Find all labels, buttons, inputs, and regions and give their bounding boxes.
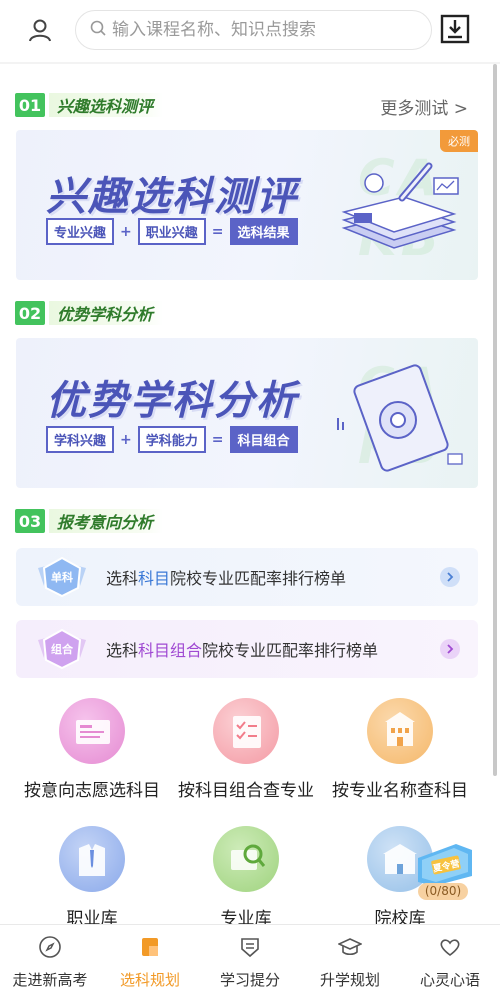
formula-result-tag: 科目组合 <box>229 426 298 453</box>
suit-icon <box>59 826 125 892</box>
section-number: 02 <box>15 301 45 325</box>
search-input[interactable] <box>112 20 412 40</box>
interest-test-banner[interactable]: CAKB 必测 兴趣选科测评 专业兴趣 + 职业兴趣 = 选科结果 <box>16 130 478 280</box>
clipboard-gear-illustration-icon <box>336 358 466 482</box>
top-divider <box>0 62 500 64</box>
plus-sign: + <box>120 431 132 448</box>
banner-formula: 学科兴趣 + 学科能力 = 科目组合 <box>46 426 298 453</box>
combination-badge-icon: 组合 <box>34 628 90 670</box>
grid-label: 按意向志愿选科目 <box>24 781 160 801</box>
major-library-button[interactable]: 专业库 <box>166 826 326 929</box>
scrollbar[interactable] <box>493 64 497 776</box>
shield-icon <box>238 935 262 963</box>
bottom-nav: 走进新高考 选科规划 学习提分 升学规划 心灵心语 <box>0 924 500 991</box>
summer-camp-count: (0/80) <box>418 883 468 900</box>
nav-item-subject-planning[interactable]: 选科规划 <box>100 925 200 991</box>
banner-title: 优势学科分析 <box>46 378 298 424</box>
formula-tag: 学科兴趣 <box>46 426 115 453</box>
subject-by-major-name-button[interactable]: 按专业名称查科目 <box>320 698 480 801</box>
checklist-icon <box>213 698 279 764</box>
section-header-interest: 01 兴趣选科测评 <box>15 92 164 118</box>
equals-sign: = <box>211 431 224 448</box>
select-by-intention-button[interactable]: 按意向志愿选科目 <box>12 698 172 801</box>
test-paper-illustration-icon <box>334 158 464 277</box>
search-bar[interactable] <box>75 10 432 50</box>
grid-label: 按专业名称查科目 <box>332 781 468 801</box>
section-header-intention: 03 报考意向分析 <box>15 508 164 534</box>
section-header-advantage: 02 优势学科分析 <box>15 300 164 326</box>
user-icon[interactable] <box>24 14 56 46</box>
banner-formula: 专业兴趣 + 职业兴趣 = 选科结果 <box>46 218 298 245</box>
chevron-right-icon[interactable] <box>440 567 460 587</box>
more-tests-link[interactable]: 更多测试 > <box>380 94 468 119</box>
nav-label: 升学规划 <box>319 971 380 989</box>
compass-icon <box>38 935 62 963</box>
major-by-combination-button[interactable]: 按科目组合查专业 <box>166 698 326 801</box>
download-icon[interactable] <box>440 14 470 44</box>
nav-label: 选科规划 <box>119 971 180 989</box>
flag-icon <box>138 935 162 963</box>
ranking-label: 选科科目组合院校专业匹配率排行榜单 <box>106 641 379 660</box>
nav-label: 学习提分 <box>219 971 280 989</box>
magnifier-icon <box>213 826 279 892</box>
search-icon <box>90 20 106 40</box>
chevron-right-icon[interactable] <box>440 639 460 659</box>
grid-label: 按科目组合查专业 <box>178 781 314 801</box>
section-title: 兴趣选科测评 <box>49 93 164 117</box>
nav-label: 走进新高考 <box>12 971 88 989</box>
nav-label: 心灵心语 <box>419 971 480 989</box>
advantage-analysis-banner[interactable]: CAKB 优势学科分析 学科兴趣 + 学科能力 = 科目组合 <box>16 338 478 488</box>
formula-result-tag: 选科结果 <box>229 218 298 245</box>
section-number: 03 <box>15 509 45 533</box>
banner-title: 兴趣选科测评 <box>46 174 298 220</box>
career-library-button[interactable]: 职业库 <box>12 826 172 929</box>
svg-text:单科: 单科 <box>51 570 73 584</box>
heart-icon <box>438 935 462 963</box>
formula-tag: 职业兴趣 <box>137 218 206 245</box>
nav-item-mind[interactable]: 心灵心语 <box>400 925 500 991</box>
single-subject-ranking-row[interactable]: 单科 选科科目院校专业匹配率排行榜单 <box>16 548 478 606</box>
nav-item-admission[interactable]: 升学规划 <box>300 925 400 991</box>
document-icon <box>59 698 125 764</box>
must-test-badge: 必测 <box>440 130 478 152</box>
subject-combination-ranking-row[interactable]: 组合 选科科目组合院校专业匹配率排行榜单 <box>16 620 478 678</box>
plus-sign: + <box>120 223 132 240</box>
equals-sign: = <box>211 223 224 240</box>
ranking-label: 选科科目院校专业匹配率排行榜单 <box>106 569 347 588</box>
building-icon <box>367 698 433 764</box>
nav-item-new-exam[interactable]: 走进新高考 <box>0 925 100 991</box>
single-subject-badge-icon: 单科 <box>34 556 90 598</box>
formula-tag: 学科能力 <box>137 426 206 453</box>
section-number: 01 <box>15 93 45 117</box>
top-bar <box>0 0 500 62</box>
formula-tag: 专业兴趣 <box>46 218 115 245</box>
graduation-cap-icon <box>337 935 363 963</box>
section-title: 优势学科分析 <box>49 301 164 325</box>
nav-item-study[interactable]: 学习提分 <box>200 925 300 991</box>
svg-text:组合: 组合 <box>51 642 74 656</box>
section-title: 报考意向分析 <box>49 509 164 533</box>
